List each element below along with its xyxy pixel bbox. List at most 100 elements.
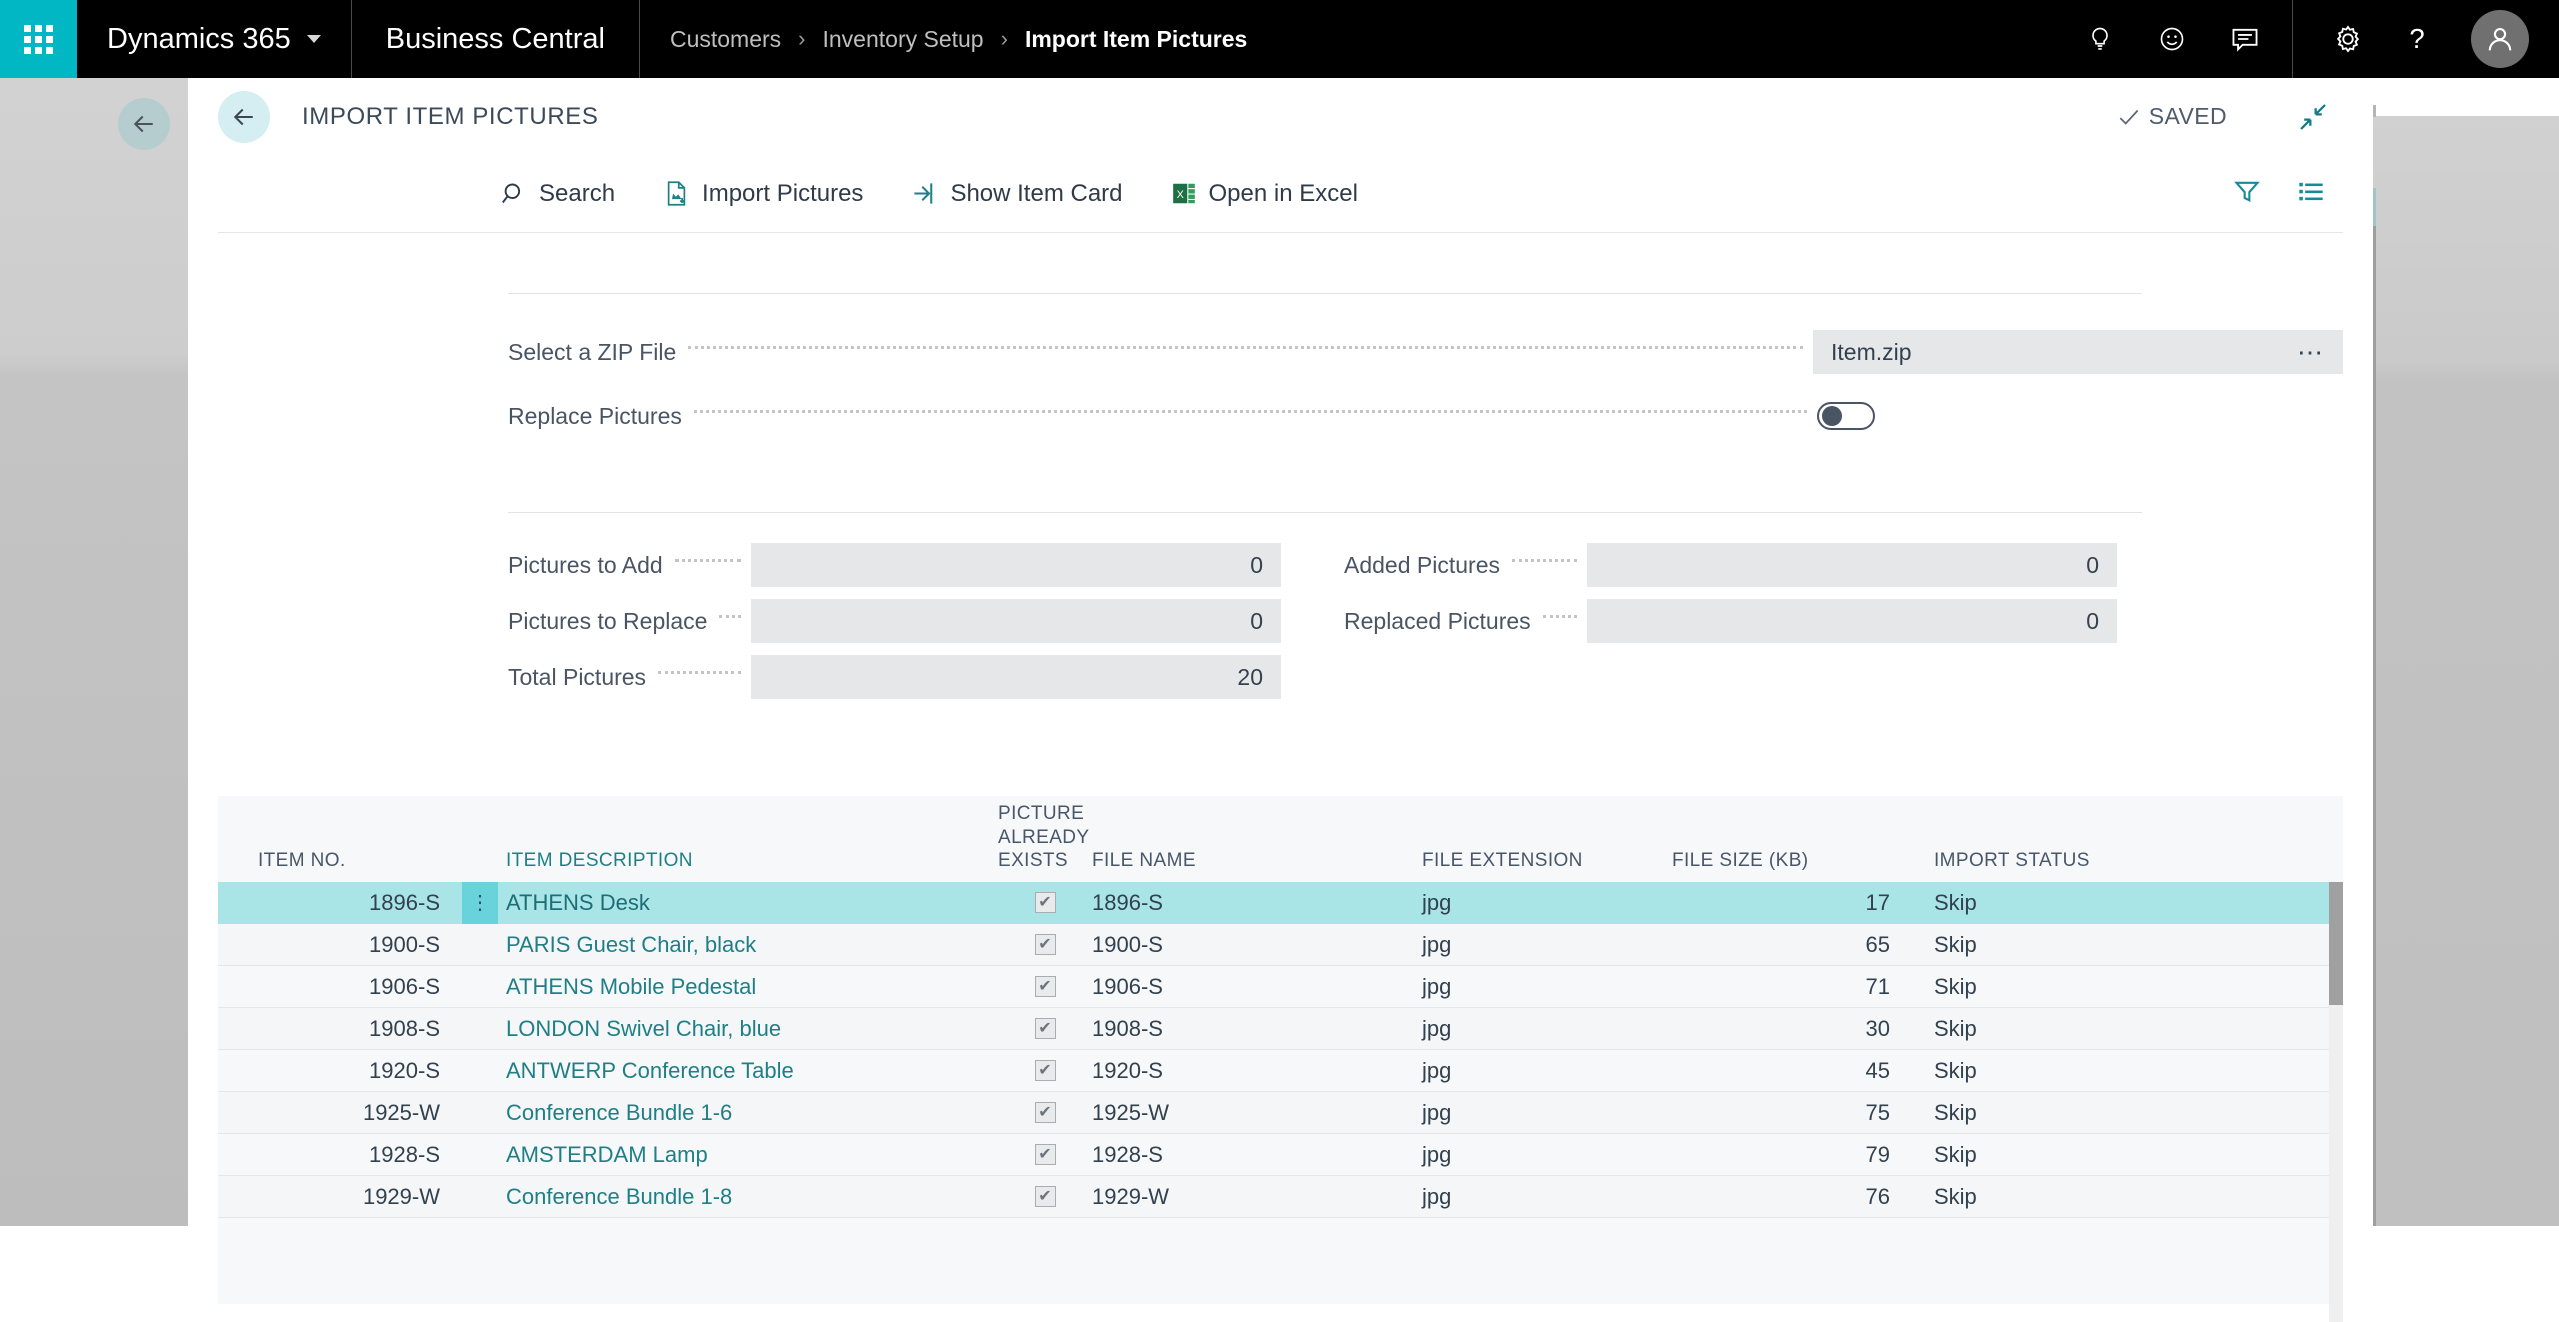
cell-item-no: 1920-S: [218, 1058, 462, 1084]
checkbox-checked-icon: ✔: [1035, 1018, 1056, 1039]
cell-picture-already-exists[interactable]: ✔: [998, 1018, 1092, 1039]
pictures-to-add-value-field: 0: [751, 543, 1281, 587]
cell-item-description[interactable]: LONDON Swivel Chair, blue: [498, 1016, 998, 1042]
breadcrumb-separator-icon: ›: [798, 26, 805, 52]
cell-picture-already-exists[interactable]: ✔: [998, 976, 1092, 997]
table-row[interactable]: 1920-SANTWERP Conference Table✔1920-Sjpg…: [218, 1050, 2343, 1092]
replaced-pictures-value: 0: [2086, 608, 2099, 635]
table-row[interactable]: 1928-SAMSTERDAM Lamp✔1928-Sjpg79Skip: [218, 1134, 2343, 1176]
cell-picture-already-exists[interactable]: ✔: [998, 934, 1092, 955]
show-item-card-button[interactable]: Show Item Card: [911, 180, 1122, 208]
column-header-file-size[interactable]: FILE SIZE (KB): [1672, 850, 1902, 872]
action-toolbar: Search Import Pictures Show Item Card: [218, 155, 2343, 233]
leader-dots: [1512, 559, 1577, 562]
backdrop-back-button[interactable]: [118, 98, 170, 150]
cell-file-size: 75: [1672, 1100, 1902, 1126]
column-header-picture-already-exists[interactable]: PICTUREALREADYEXISTS: [998, 802, 1092, 872]
saved-label: SAVED: [2149, 103, 2227, 130]
cell-picture-already-exists[interactable]: ✔: [998, 1060, 1092, 1081]
grid-scrollbar-thumb[interactable]: [2329, 882, 2343, 1005]
pictures-to-replace-label: Pictures to Replace: [508, 608, 707, 635]
page-back-button[interactable]: [218, 91, 270, 143]
cell-item-description[interactable]: Conference Bundle 1-6: [498, 1100, 998, 1126]
list-view-icon[interactable]: [2297, 177, 2325, 210]
cell-import-status: Skip: [1902, 974, 2162, 1000]
leader-dots: [719, 615, 741, 618]
column-header-item-description[interactable]: ITEM DESCRIPTION: [498, 850, 998, 872]
table-row[interactable]: 1925-WConference Bundle 1-6✔1925-Wjpg75S…: [218, 1092, 2343, 1134]
replace-pictures-toggle[interactable]: [1817, 402, 1875, 430]
cell-picture-already-exists[interactable]: ✔: [998, 1144, 1092, 1165]
column-header-file-name[interactable]: FILE NAME: [1092, 850, 1422, 872]
import-pictures-button[interactable]: Import Pictures: [663, 180, 863, 208]
chat-icon[interactable]: [2230, 25, 2260, 53]
cell-picture-already-exists[interactable]: ✔: [998, 1186, 1092, 1207]
pictures-to-replace-value: 0: [1250, 608, 1263, 635]
import-pictures-label: Import Pictures: [702, 180, 863, 208]
svg-text:X: X: [1176, 189, 1183, 201]
statistics-section: Pictures to Add 0 Pictures to Replace 0 …: [508, 537, 2343, 705]
cell-item-description[interactable]: PARIS Guest Chair, black: [498, 932, 998, 958]
cell-picture-already-exists[interactable]: ✔: [998, 892, 1092, 913]
cell-file-name: 1900-S: [1092, 932, 1422, 958]
form-divider-top: [508, 293, 2142, 294]
table-row[interactable]: 1908-SLONDON Swivel Chair, blue✔1908-Sjp…: [218, 1008, 2343, 1050]
business-central-label: Business Central: [386, 23, 605, 56]
cell-item-description[interactable]: ANTWERP Conference Table: [498, 1058, 998, 1084]
zip-file-label: Select a ZIP File: [508, 339, 676, 366]
column-header-file-extension[interactable]: FILE EXTENSION: [1422, 850, 1672, 872]
import-item-pictures-page: IMPORT ITEM PICTURES SAVED Search: [188, 78, 2373, 1226]
pictures-to-replace-value-field: 0: [751, 599, 1281, 643]
lightbulb-icon[interactable]: [2086, 25, 2114, 53]
pictures-to-add-value: 0: [1250, 552, 1263, 579]
smiley-icon[interactable]: [2158, 25, 2186, 53]
table-row[interactable]: 1900-SPARIS Guest Chair, black✔1900-Sjpg…: [218, 924, 2343, 966]
checkbox-checked-icon: ✔: [1035, 976, 1056, 997]
statistics-column-left: Pictures to Add 0 Pictures to Replace 0 …: [508, 537, 1281, 705]
show-item-card-icon: [911, 180, 938, 207]
table-row[interactable]: 1929-WConference Bundle 1-8✔1929-Wjpg76S…: [218, 1176, 2343, 1218]
cell-file-extension: jpg: [1422, 1016, 1672, 1042]
leader-dots: [688, 346, 1803, 349]
open-in-excel-button[interactable]: X Open in Excel: [1171, 180, 1358, 208]
leader-dots: [658, 671, 741, 674]
table-row[interactable]: 1896-S⋮ATHENS Desk✔1896-Sjpg17Skip: [218, 882, 2343, 924]
column-header-item-no[interactable]: ITEM NO.: [218, 850, 462, 872]
toolbar-right-icons: [2233, 177, 2343, 210]
cell-picture-already-exists[interactable]: ✔: [998, 1102, 1092, 1123]
search-button[interactable]: Search: [500, 180, 615, 208]
column-header-import-status[interactable]: IMPORT STATUS: [1902, 850, 2162, 872]
breadcrumb-item-inventory-setup[interactable]: Inventory Setup: [823, 26, 984, 53]
cell-item-description[interactable]: AMSTERDAM Lamp: [498, 1142, 998, 1168]
breadcrumb-item-customers[interactable]: Customers: [670, 26, 781, 53]
gear-icon[interactable]: [2333, 24, 2363, 54]
avatar[interactable]: [2471, 10, 2529, 68]
cell-file-extension: jpg: [1422, 974, 1672, 1000]
cell-item-description[interactable]: Conference Bundle 1-8: [498, 1184, 998, 1210]
row-menu-handle[interactable]: ⋮: [462, 882, 498, 924]
total-pictures-value: 20: [1237, 664, 1263, 691]
waffle-icon: [24, 25, 53, 54]
cell-file-size: 79: [1672, 1142, 1902, 1168]
top-navigation-bar: Dynamics 365 Business Central Customers …: [0, 0, 2559, 78]
grid-body: 1896-S⋮ATHENS Desk✔1896-Sjpg17Skip 1900-S…: [218, 882, 2343, 1304]
help-icon[interactable]: ?: [2403, 24, 2431, 54]
checkbox-checked-icon: ✔: [1035, 1102, 1056, 1123]
cell-item-no: 1928-S: [218, 1142, 462, 1168]
filter-icon[interactable]: [2233, 177, 2261, 210]
zip-file-input[interactable]: Item.zip ⋯: [1813, 330, 2343, 374]
business-central-link[interactable]: Business Central: [352, 0, 640, 78]
app-launcher-button[interactable]: [0, 0, 77, 78]
cell-item-no: 1900-S: [218, 932, 462, 958]
replaced-pictures-row: Replaced Pictures 0: [1344, 593, 2117, 649]
cell-import-status: Skip: [1902, 1142, 2162, 1168]
dynamics-365-menu[interactable]: Dynamics 365: [77, 0, 352, 78]
collapse-button[interactable]: [2297, 101, 2329, 133]
zip-file-assist-button[interactable]: ⋯: [2297, 339, 2325, 365]
table-row[interactable]: 1906-SATHENS Mobile Pedestal✔1906-Sjpg71…: [218, 966, 2343, 1008]
leader-dots: [1543, 615, 1577, 618]
cell-item-description[interactable]: ATHENS Desk: [498, 890, 998, 916]
zip-file-field-row: Select a ZIP File Item.zip ⋯: [508, 324, 2343, 380]
cell-item-description[interactable]: ATHENS Mobile Pedestal: [498, 974, 998, 1000]
added-pictures-value-field: 0: [1587, 543, 2117, 587]
